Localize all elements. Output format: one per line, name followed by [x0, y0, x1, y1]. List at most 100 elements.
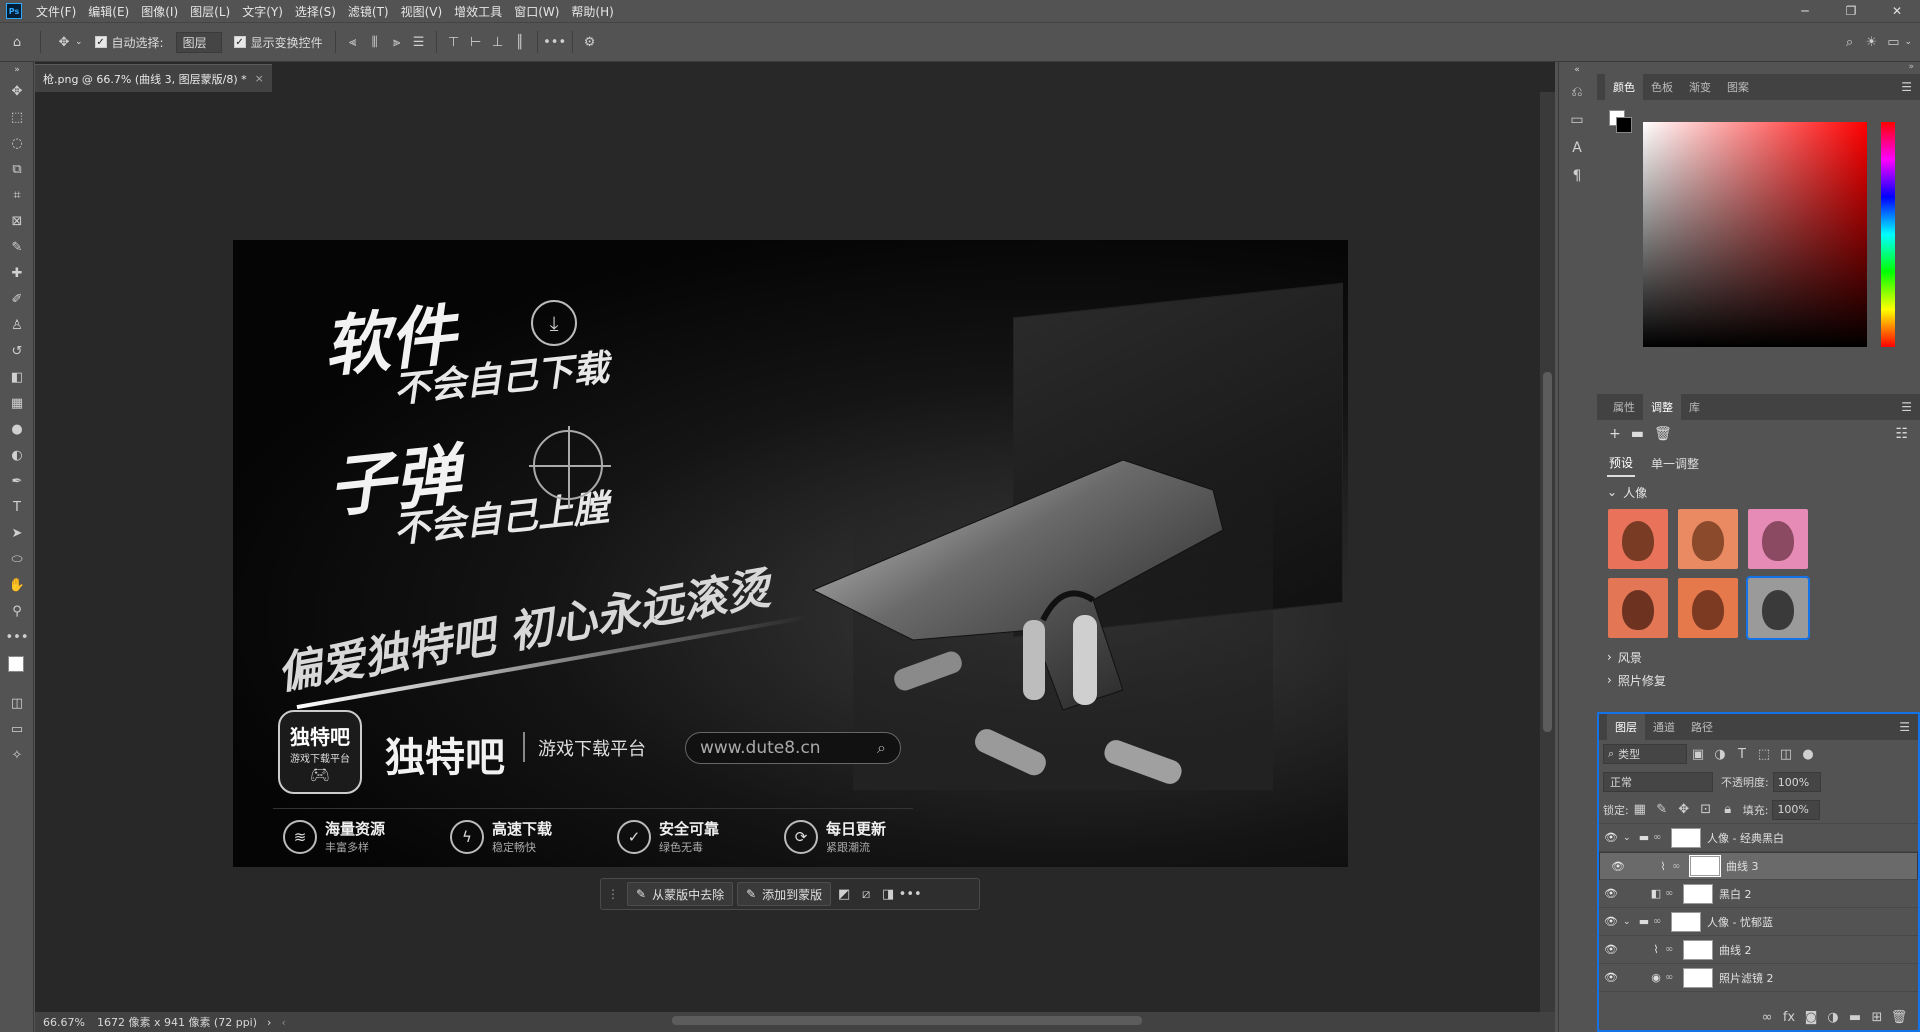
- more-options-icon[interactable]: •••: [543, 31, 566, 53]
- clone-stamp-tool-icon[interactable]: ♙: [0, 312, 34, 338]
- distribute-v-icon[interactable]: ║: [509, 31, 531, 53]
- trash-icon[interactable]: 🗑︎: [1654, 426, 1672, 442]
- invert-mask-icon[interactable]: ⧄: [855, 883, 877, 905]
- filter-adjust-icon[interactable]: ◑: [1709, 743, 1731, 765]
- close-icon[interactable]: ×: [255, 72, 264, 85]
- chevron-down-icon[interactable]: ⌄: [1623, 917, 1635, 927]
- visibility-eye-icon[interactable]: 👁︎: [1606, 860, 1630, 873]
- menu-view[interactable]: 视图(V): [395, 3, 449, 20]
- layer-name[interactable]: 黑白 2: [1719, 886, 1752, 902]
- filter-toggle-icon[interactable]: ●: [1797, 743, 1819, 765]
- align-left-icon[interactable]: ⫷: [342, 31, 364, 53]
- layer-mask-thumbnail[interactable]: [1683, 967, 1713, 988]
- layer-row[interactable]: 👁︎ ◉ ∞ 照片滤镜 2: [1599, 964, 1918, 992]
- preset-thumbnail[interactable]: [1608, 509, 1668, 569]
- layer-name[interactable]: 曲线 3: [1726, 858, 1759, 874]
- lock-pixels-icon[interactable]: ✎: [1651, 799, 1673, 821]
- align-top-icon[interactable]: ⊤: [443, 31, 465, 53]
- list-view-icon[interactable]: ☷: [1895, 426, 1908, 442]
- preset-group-portrait[interactable]: 人像: [1623, 484, 1647, 501]
- document-tab[interactable]: 枪.png @ 66.7% (曲线 3, 图层蒙版/8) * ×: [35, 64, 272, 92]
- move-tool-preset[interactable]: ✥ ⌄: [47, 22, 89, 62]
- gradient-tool-icon[interactable]: ▦: [0, 390, 34, 416]
- quick-mask-icon[interactable]: ◫: [0, 690, 34, 716]
- color-swatches[interactable]: [0, 650, 34, 690]
- subtab-single-adjust[interactable]: 单一调整: [1649, 451, 1701, 476]
- brush-tool-icon[interactable]: ✐: [0, 286, 34, 312]
- tab-swatches[interactable]: 色板: [1643, 74, 1681, 100]
- chevron-down-icon[interactable]: ⌄: [1904, 37, 1912, 47]
- more-options-icon[interactable]: •••: [899, 883, 922, 905]
- lock-all-icon[interactable]: 🔒︎: [1717, 799, 1739, 821]
- color-picker-field[interactable]: [1643, 122, 1867, 347]
- layer-filter-dropdown[interactable]: ⌕ 类型: [1603, 744, 1687, 764]
- canvas-image[interactable]: 软件 不会自己下载 ⤓ 子弹 不会自己上膛 偏爱独特吧 初心永远滚烫 独特吧 游…: [233, 240, 1348, 867]
- visibility-eye-icon[interactable]: 👁︎: [1599, 915, 1623, 928]
- layer-row[interactable]: 👁︎ ⌄ ▬ ∞ 人像 - 忧郁蓝: [1599, 908, 1918, 936]
- tab-libraries[interactable]: 库: [1681, 394, 1708, 420]
- preset-group-landscape[interactable]: 风景: [1618, 649, 1642, 666]
- object-select-tool-icon[interactable]: ⧉: [0, 156, 34, 182]
- frame-tool-icon[interactable]: ⊠: [0, 208, 34, 234]
- dodge-tool-icon[interactable]: ◐: [0, 442, 34, 468]
- lasso-tool-icon[interactable]: ◌: [0, 130, 34, 156]
- visibility-eye-icon[interactable]: 👁︎: [1599, 971, 1623, 984]
- close-window-button[interactable]: ✕: [1874, 0, 1920, 22]
- horizontal-scrollbar-thumb[interactable]: [672, 1016, 1142, 1025]
- gear-icon[interactable]: ⚙: [579, 31, 601, 53]
- comment-icon[interactable]: ▭: [1559, 106, 1595, 134]
- visibility-eye-icon[interactable]: 👁︎: [1599, 831, 1623, 844]
- chevron-right-icon[interactable]: ›: [1607, 673, 1612, 687]
- panel-menu-icon[interactable]: ☰: [1901, 80, 1920, 94]
- tab-gradients[interactable]: 渐变: [1681, 74, 1719, 100]
- align-vcenter-icon[interactable]: ⊢: [465, 31, 487, 53]
- edit-toolbar-icon[interactable]: •••: [0, 624, 34, 650]
- mask-settings-icon[interactable]: ◨: [877, 883, 899, 905]
- preset-thumbnail[interactable]: [1608, 578, 1668, 638]
- folder-icon[interactable]: ▬: [1631, 426, 1644, 442]
- link-layers-icon[interactable]: ∞: [1756, 1006, 1778, 1028]
- layer-row[interactable]: 👁︎ ⌇ ∞ 曲线 2: [1599, 936, 1918, 964]
- opacity-input[interactable]: 100%: [1772, 772, 1821, 792]
- tab-properties[interactable]: 属性: [1605, 394, 1643, 420]
- preset-thumbnail[interactable]: [1747, 509, 1808, 569]
- layer-mask-thumbnail[interactable]: [1683, 939, 1713, 960]
- add-mask-icon[interactable]: ◙: [1800, 1006, 1822, 1028]
- new-layer-icon[interactable]: ⊞: [1866, 1006, 1888, 1028]
- tab-color[interactable]: 颜色: [1605, 74, 1643, 100]
- filter-shape-icon[interactable]: ⬚: [1753, 743, 1775, 765]
- search-icon[interactable]: ⌕: [1838, 31, 1860, 53]
- zoom-level[interactable]: 66.67%: [35, 1016, 93, 1029]
- layer-row[interactable]: 👁︎ ◧ ∞ 黑白 2: [1599, 880, 1918, 908]
- auto-select-checkbox[interactable]: ✓ 自动选择:: [89, 22, 170, 62]
- layer-mask-thumbnail[interactable]: [1671, 911, 1701, 932]
- character-icon[interactable]: A: [1559, 134, 1595, 162]
- layer-name[interactable]: 曲线 2: [1719, 942, 1752, 958]
- menu-select[interactable]: 选择(S): [289, 3, 342, 20]
- workspace-icon[interactable]: ▭: [1882, 31, 1904, 53]
- tab-patterns[interactable]: 图案: [1719, 74, 1757, 100]
- foreground-color-swatch[interactable]: [8, 656, 24, 672]
- ellipse-tool-icon[interactable]: ⬭: [0, 546, 34, 572]
- filter-pixel-icon[interactable]: ▣: [1687, 743, 1709, 765]
- generative-icon[interactable]: ✧: [0, 742, 34, 768]
- panel-menu-icon[interactable]: ☰: [1899, 720, 1918, 734]
- add-adjustment-icon[interactable]: +: [1609, 426, 1621, 442]
- fx-icon[interactable]: fx: [1778, 1006, 1800, 1028]
- layer-mask-thumbnail[interactable]: [1689, 855, 1721, 877]
- path-select-tool-icon[interactable]: ➤: [0, 520, 34, 546]
- vertical-scrollbar[interactable]: [1540, 92, 1555, 1012]
- menu-file[interactable]: 文件(F): [30, 3, 82, 20]
- collapse-toolbar-icon[interactable]: »: [0, 62, 34, 78]
- eyedropper-tool-icon[interactable]: ✎: [0, 234, 34, 260]
- new-group-icon[interactable]: ▬: [1844, 1006, 1866, 1028]
- history-icon[interactable]: ⎌: [1559, 78, 1595, 106]
- collapse-icon[interactable]: «: [1559, 62, 1595, 78]
- lightbulb-icon[interactable]: ☀: [1860, 31, 1882, 53]
- tab-channels[interactable]: 通道: [1645, 714, 1683, 740]
- preset-thumbnail[interactable]: [1677, 578, 1738, 638]
- menu-type[interactable]: 文字(Y): [236, 3, 289, 20]
- eraser-tool-icon[interactable]: ◧: [0, 364, 34, 390]
- subtab-presets[interactable]: 预设: [1607, 450, 1636, 477]
- zoom-tool-icon[interactable]: ⚲: [0, 598, 34, 624]
